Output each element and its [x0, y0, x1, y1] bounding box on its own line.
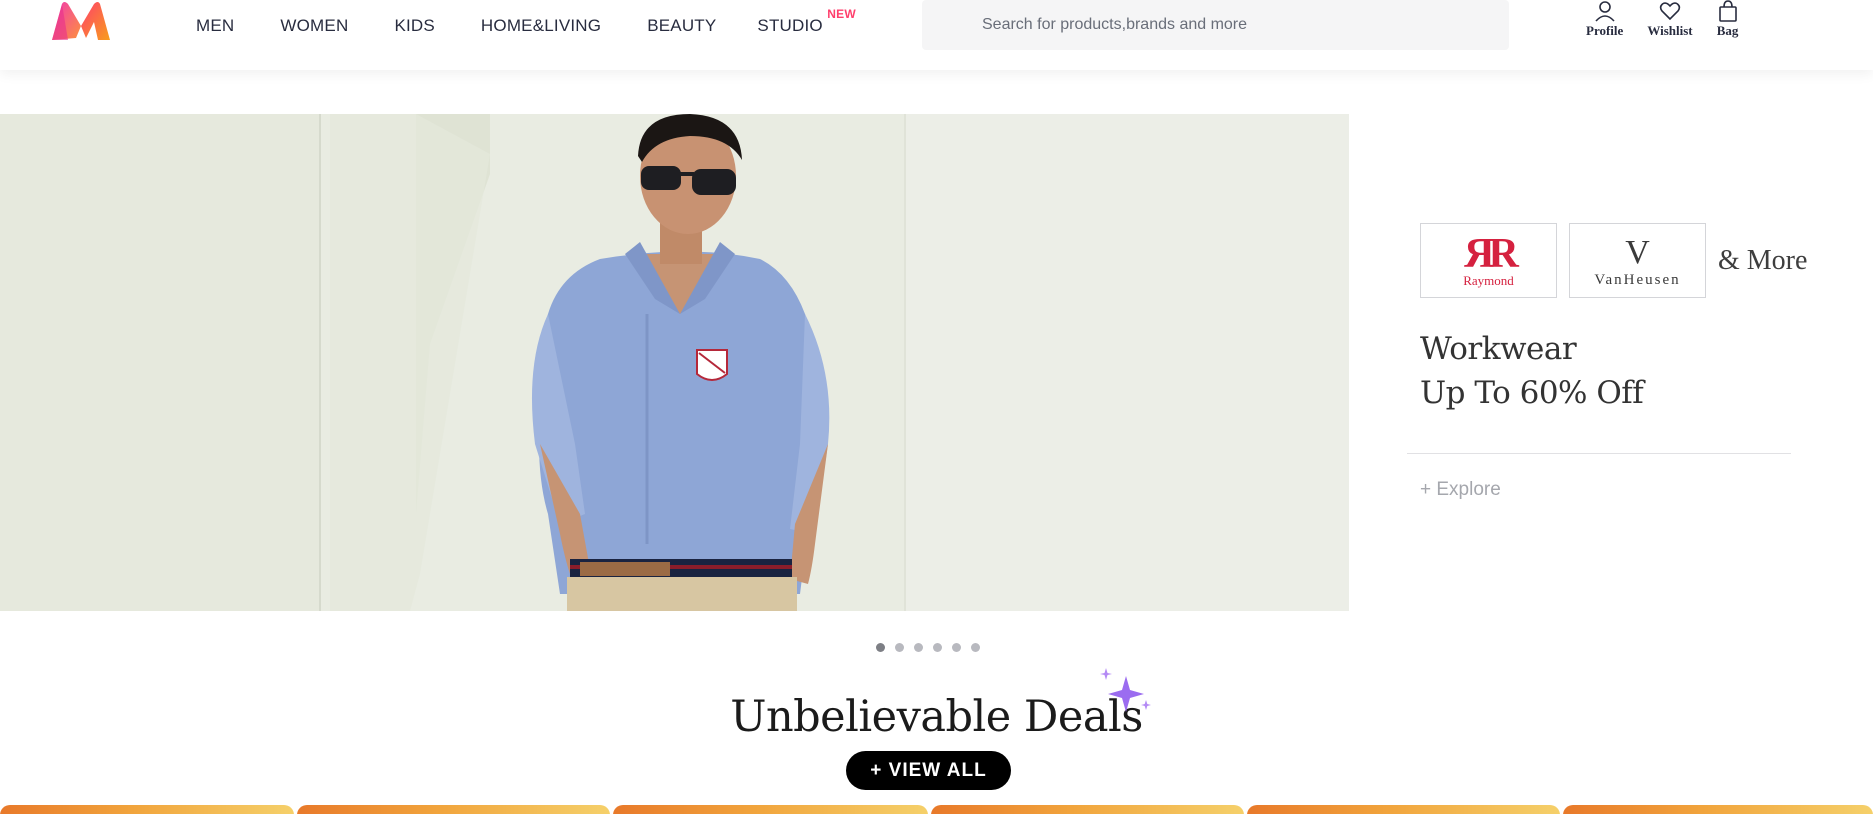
carousel-dot-4[interactable] — [933, 643, 942, 652]
myntra-logo[interactable] — [48, 0, 114, 46]
brand-logo-vanheusen[interactable]: V VanHeusen — [1569, 223, 1706, 298]
hero-banner-image[interactable] — [0, 114, 1349, 611]
heart-icon — [1659, 2, 1681, 21]
search-input[interactable] — [922, 0, 1509, 50]
search-bar — [922, 0, 1509, 50]
top-header: MEN WOMEN KIDS HOME&LIVING BEAUTY STUDIO… — [0, 0, 1873, 70]
deal-card-6[interactable] — [1563, 805, 1873, 814]
explore-link[interactable]: + Explore — [1420, 479, 1501, 501]
nav-kids[interactable]: KIDS — [394, 16, 434, 36]
wishlist-button[interactable]: Wishlist — [1647, 0, 1693, 39]
raymond-name: Raymond — [1463, 272, 1514, 288]
nav-home-living[interactable]: HOME&LIVING — [481, 16, 601, 36]
carousel-dot-5[interactable] — [952, 643, 961, 652]
nav-women[interactable]: WOMEN — [280, 16, 348, 36]
carousel-dot-6[interactable] — [971, 643, 980, 652]
sparkle-icon — [1100, 668, 1151, 712]
deal-card-3[interactable] — [613, 805, 928, 814]
deals-heading: Unbelievable Deals — [730, 692, 1143, 742]
main-nav: MEN WOMEN KIDS HOME&LIVING BEAUTY STUDIO… — [196, 0, 869, 52]
bag-label: Bag — [1716, 23, 1739, 38]
nav-men[interactable]: MEN — [196, 16, 234, 36]
profile-button[interactable]: Profile — [1586, 0, 1623, 39]
header-actions: Profile Wishlist Bag — [1586, 0, 1763, 39]
vanheusen-mark: V — [1625, 234, 1650, 271]
deal-cards-row — [0, 805, 1873, 814]
vanheusen-name: VanHeusen — [1594, 272, 1681, 288]
promo-headline: Workwear Up To 60% Off — [1420, 327, 1644, 415]
carousel-dot-1[interactable] — [876, 643, 885, 652]
profile-label: Profile — [1586, 23, 1624, 38]
brand-logo-raymond[interactable]: ЯR Raymond — [1420, 223, 1557, 298]
carousel-dots — [876, 643, 990, 652]
new-badge: NEW — [827, 7, 856, 21]
more-brands-text: & More — [1718, 245, 1808, 276]
view-all-button[interactable]: + VIEW ALL — [846, 751, 1011, 790]
nav-studio-label: STUDIO — [757, 16, 823, 35]
deal-card-1[interactable] — [0, 805, 294, 814]
nav-beauty[interactable]: BEAUTY — [647, 16, 716, 36]
carousel-dot-3[interactable] — [914, 643, 923, 652]
hero-promo-panel[interactable]: ЯR Raymond V VanHeusen & More Workwear U… — [1349, 114, 1873, 611]
raymond-mark: ЯR — [1464, 230, 1519, 277]
promo-divider — [1407, 453, 1791, 454]
bag-icon — [1718, 0, 1737, 22]
promo-line-2: Up To 60% Off — [1420, 375, 1644, 411]
wishlist-label: Wishlist — [1647, 23, 1693, 38]
carousel-dot-2[interactable] — [895, 643, 904, 652]
nav-studio[interactable]: STUDIO NEW — [757, 7, 855, 36]
hero-photo — [0, 114, 1349, 611]
promo-line-1: Workwear — [1420, 331, 1577, 367]
profile-icon — [1595, 1, 1615, 22]
deal-card-5[interactable] — [1247, 805, 1560, 814]
deal-card-2[interactable] — [297, 805, 610, 814]
bag-button[interactable]: Bag — [1717, 0, 1739, 39]
deal-card-4[interactable] — [931, 805, 1244, 814]
